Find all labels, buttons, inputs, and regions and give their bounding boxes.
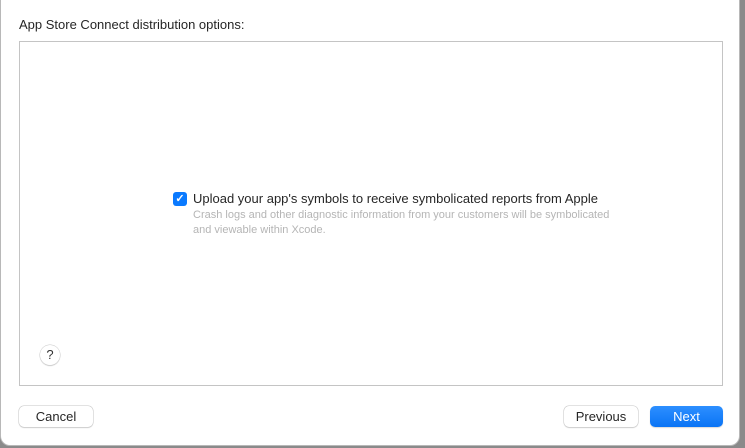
cancel-button[interactable]: Cancel bbox=[19, 406, 93, 427]
upload-symbols-description: Crash logs and other diagnostic informat… bbox=[193, 209, 610, 236]
help-button[interactable]: ? bbox=[40, 345, 60, 365]
upload-symbols-checkbox[interactable]: ✓ bbox=[173, 192, 187, 206]
upload-symbols-label[interactable]: Upload your app's symbols to receive sym… bbox=[193, 191, 598, 206]
next-button[interactable]: Next bbox=[650, 406, 723, 427]
page-title: App Store Connect distribution options: bbox=[19, 17, 245, 32]
previous-button[interactable]: Previous bbox=[564, 406, 638, 427]
